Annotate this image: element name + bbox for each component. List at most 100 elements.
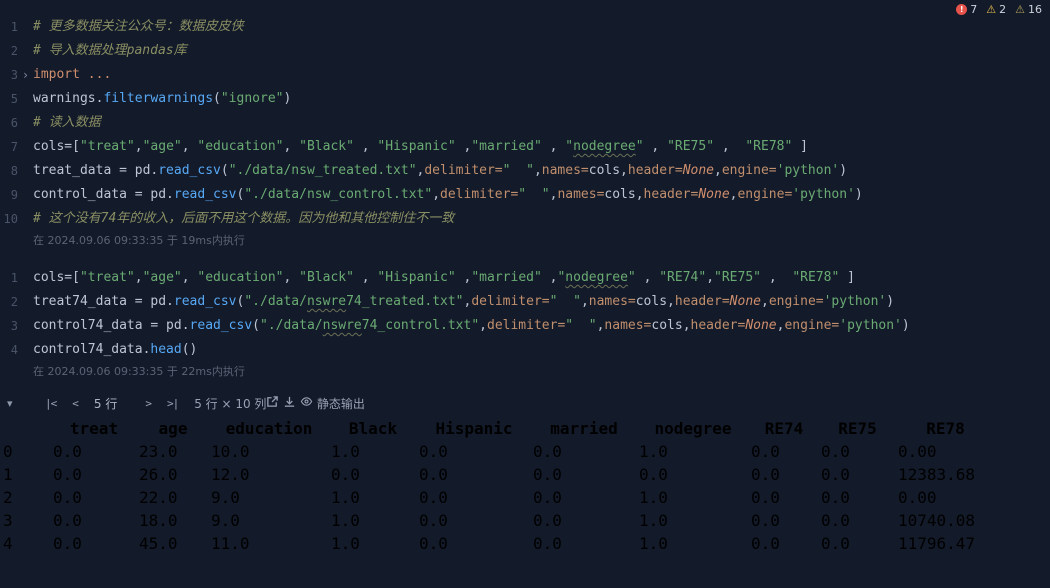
data-cell[interactable]: 0.0 [532, 533, 636, 554]
data-cell[interactable]: 26.0 [138, 464, 208, 485]
open-in-new-window-icon[interactable] [266, 397, 283, 411]
data-cell[interactable]: 0.00 [897, 487, 994, 508]
table-row[interactable]: 40.045.011.01.00.00.01.00.00.011796.47 [2, 533, 994, 554]
code-line[interactable]: 3›import ... [0, 63, 1050, 87]
data-cell[interactable]: 23.0 [138, 441, 208, 462]
warning-badge[interactable]: ⚠ 2 [986, 3, 1006, 16]
table-row[interactable]: 20.022.09.01.00.00.01.00.00.00.00 [2, 487, 994, 508]
data-cell[interactable]: 0.0 [52, 487, 136, 508]
data-cell[interactable]: 0.0 [52, 533, 136, 554]
fold-marker-icon[interactable]: › [18, 63, 33, 87]
column-header-RE78[interactable]: RE78 [897, 418, 994, 439]
data-cell[interactable]: 0.0 [532, 510, 636, 531]
data-cell[interactable]: 1.0 [638, 510, 748, 531]
column-header-nodegree[interactable]: nodegree [638, 418, 748, 439]
data-cell[interactable]: 0.0 [820, 464, 895, 485]
data-cell[interactable]: 0.0 [750, 441, 818, 462]
table-row[interactable]: 30.018.09.01.00.00.01.00.00.010740.08 [2, 510, 994, 531]
column-header-RE74[interactable]: RE74 [750, 418, 818, 439]
data-cell[interactable]: 0.0 [418, 510, 530, 531]
code-cell-2[interactable]: 1cols=["treat","age", "education", "Blac… [0, 266, 1050, 384]
data-cell[interactable]: 0.0 [532, 441, 636, 462]
data-cell[interactable]: 0.0 [52, 441, 136, 462]
column-header-Black[interactable]: Black [330, 418, 416, 439]
data-cell[interactable]: 0.0 [820, 487, 895, 508]
prev-page-button[interactable]: < [72, 397, 78, 410]
code-line[interactable]: 2treat74_data = pd.read_csv("./data/nswr… [0, 290, 1050, 314]
index-column-header[interactable] [2, 418, 50, 439]
collapse-output-icon[interactable]: ▾ [7, 397, 21, 410]
code-line[interactable]: 7cols=["treat","age", "education", "Blac… [0, 135, 1050, 159]
data-cell[interactable]: 10740.08 [897, 510, 994, 531]
column-header-age[interactable]: age [138, 418, 208, 439]
code-line[interactable]: 5warnings.filterwarnings("ignore") [0, 87, 1050, 111]
code-line[interactable]: 1cols=["treat","age", "education", "Blac… [0, 266, 1050, 290]
data-cell[interactable]: 0.0 [330, 464, 416, 485]
data-cell[interactable]: 12383.68 [897, 464, 994, 485]
column-header-RE75[interactable]: RE75 [820, 418, 895, 439]
data-cell[interactable]: 0.0 [418, 441, 530, 462]
code-line[interactable]: 8treat_data = pd.read_csv("./data/nsw_tr… [0, 159, 1050, 183]
data-cell[interactable]: 12.0 [210, 464, 328, 485]
code-line[interactable]: 6# 读入数据 [0, 111, 1050, 135]
data-cell[interactable]: 1.0 [638, 487, 748, 508]
code-cell-1[interactable]: 1# 更多数据关注公众号：数据皮皮侠2# 导入数据处理pandas库3›impo… [0, 0, 1050, 253]
code-line[interactable]: 10# 这个没有74年的收入，后面不用这个数据。因为他和其他控制住不一致 [0, 207, 1050, 231]
last-page-button[interactable]: >| [167, 397, 178, 410]
data-cell[interactable]: 0.0 [820, 441, 895, 462]
page-size-dropdown[interactable]: 5 行 [94, 395, 131, 412]
table-row[interactable]: 10.026.012.00.00.00.00.00.00.012383.68 [2, 464, 994, 485]
data-cell[interactable]: 9.0 [210, 510, 328, 531]
data-cell[interactable]: 1.0 [330, 441, 416, 462]
code-line[interactable]: 4control74_data.head() [0, 338, 1050, 362]
data-cell[interactable]: 45.0 [138, 533, 208, 554]
row-index-cell[interactable]: 2 [2, 487, 50, 508]
data-cell[interactable]: 0.0 [52, 464, 136, 485]
row-index-cell[interactable]: 3 [2, 510, 50, 531]
data-cell[interactable]: 0.0 [750, 464, 818, 485]
data-cell[interactable]: 1.0 [638, 533, 748, 554]
row-index-cell[interactable]: 0 [2, 441, 50, 462]
data-cell[interactable]: 11.0 [210, 533, 328, 554]
column-header-married[interactable]: married [532, 418, 636, 439]
code-line[interactable]: 2# 导入数据处理pandas库 [0, 39, 1050, 63]
weak-warning-badge[interactable]: ⚠ 16 [1015, 3, 1042, 16]
data-cell[interactable]: 0.0 [820, 533, 895, 554]
data-cell[interactable]: 0.0 [750, 533, 818, 554]
static-output-toggle[interactable]: 静态输出 [300, 397, 365, 411]
data-cell[interactable]: 10.0 [210, 441, 328, 462]
data-cell[interactable]: 1.0 [330, 487, 416, 508]
row-index-cell[interactable]: 4 [2, 533, 50, 554]
data-cell[interactable]: 0.0 [418, 464, 530, 485]
data-cell[interactable]: 22.0 [138, 487, 208, 508]
inspections-widget[interactable]: ! 7 ⚠ 2 ⚠ 16 [956, 3, 1042, 16]
data-cell[interactable]: 0.0 [638, 464, 748, 485]
data-cell[interactable]: 11796.47 [897, 533, 994, 554]
code-line[interactable]: 1# 更多数据关注公众号：数据皮皮侠 [0, 15, 1050, 39]
data-cell[interactable]: 0.00 [897, 441, 994, 462]
download-export-icon[interactable] [283, 397, 300, 411]
column-header-treat[interactable]: treat [52, 418, 136, 439]
column-header-education[interactable]: education [210, 418, 328, 439]
data-cell[interactable]: 0.0 [750, 487, 818, 508]
next-page-button[interactable]: > [145, 397, 151, 410]
code-line[interactable]: 3control74_data = pd.read_csv("./data/ns… [0, 314, 1050, 338]
data-cell[interactable]: 1.0 [638, 441, 748, 462]
data-cell[interactable]: 0.0 [532, 464, 636, 485]
row-index-cell[interactable]: 1 [2, 464, 50, 485]
table-row[interactable]: 00.023.010.01.00.00.01.00.00.00.00 [2, 441, 994, 462]
data-cell[interactable]: 18.0 [138, 510, 208, 531]
error-badge[interactable]: ! 7 [956, 3, 977, 16]
data-cell[interactable]: 9.0 [210, 487, 328, 508]
data-cell[interactable]: 0.0 [418, 487, 530, 508]
data-cell[interactable]: 1.0 [330, 533, 416, 554]
data-cell[interactable]: 0.0 [532, 487, 636, 508]
data-cell[interactable]: 0.0 [750, 510, 818, 531]
data-cell[interactable]: 0.0 [820, 510, 895, 531]
data-cell[interactable]: 0.0 [52, 510, 136, 531]
column-header-Hispanic[interactable]: Hispanic [418, 418, 530, 439]
first-page-button[interactable]: |< [45, 397, 56, 410]
data-cell[interactable]: 1.0 [330, 510, 416, 531]
data-cell[interactable]: 0.0 [418, 533, 530, 554]
code-line[interactable]: 9control_data = pd.read_csv("./data/nsw_… [0, 183, 1050, 207]
